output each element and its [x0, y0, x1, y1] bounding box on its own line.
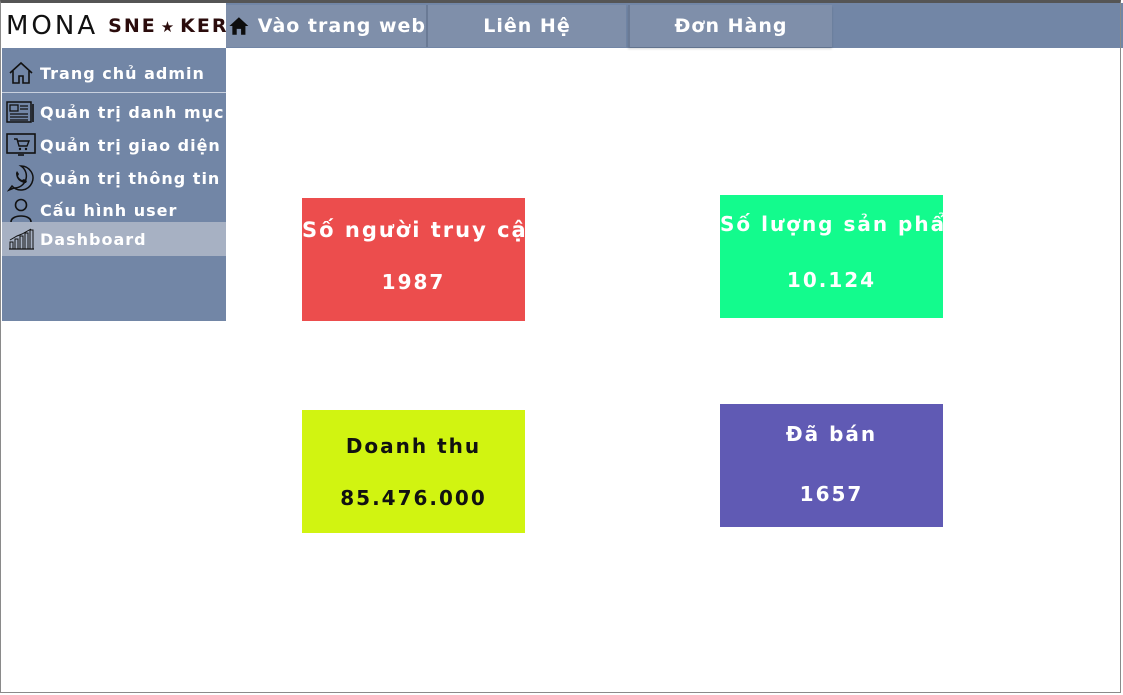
stat-card-value: 1987 [381, 270, 446, 294]
home-icon [229, 17, 249, 35]
logo-text-sneaker: SNE ★ KER [108, 14, 229, 37]
sidebar-item-label: Cấu hình user [40, 200, 178, 220]
tab-visit-website-label: Vào trang web [257, 15, 426, 37]
user-icon [6, 196, 36, 224]
bar-chart-icon [6, 225, 36, 253]
house-outline-icon [6, 59, 36, 87]
newspaper-icon [6, 98, 36, 126]
admin-sidebar: Trang chủ admin Quản trị danh mục Quản t… [2, 48, 226, 321]
tab-orders-label: Đơn Hàng [674, 15, 788, 37]
stat-card-visitors: Số người truy cập 1987 [302, 198, 545, 321]
tab-orders[interactable]: Đơn Hàng [628, 5, 832, 47]
sidebar-item-label: Quản trị thông tin [40, 168, 221, 188]
sidebar-item-label: Quản trị giao diện [40, 135, 221, 155]
stat-card-title: Số lượng sản phẩm [720, 212, 969, 236]
tab-contact[interactable]: Liên Hệ [426, 5, 626, 47]
tab-visit-website[interactable]: Vào trang web [226, 5, 426, 47]
stat-card-revenue: Doanh thu 85.476.000 [302, 410, 525, 533]
cart-monitor-icon [6, 131, 36, 159]
tab-contact-label: Liên Hệ [483, 15, 571, 37]
stat-card-title: Số người truy cập [302, 218, 545, 242]
brand-logo[interactable]: MONA SNE ★ KER [2, 3, 229, 48]
stat-card-title: Đã bán [785, 422, 878, 446]
sidebar-item-label: Dashboard [40, 229, 147, 249]
stat-card-title: Doanh thu [345, 434, 482, 458]
sidebar-item-dashboard[interactable]: Dashboard [2, 222, 226, 256]
stat-card-value: 1657 [799, 482, 864, 506]
sidebar-item-admin-home[interactable]: Trang chủ admin [2, 54, 226, 93]
logo-text-mona: MONA [6, 10, 99, 41]
sidebar-item-label: Quản trị danh mục [40, 102, 225, 122]
sidebar-item-interface[interactable]: Quản trị giao diện [2, 129, 226, 161]
sidebar-item-categories[interactable]: Quản trị danh mục [2, 96, 226, 128]
stat-card-sold: Đã bán 1657 [720, 404, 943, 527]
stat-card-value: 10.124 [786, 268, 877, 292]
sidebar-item-label: Trang chủ admin [40, 63, 205, 83]
star-icon: ★ [160, 17, 177, 36]
sidebar-item-information[interactable]: Quản trị thông tin [2, 162, 226, 194]
stat-card-products: Số lượng sản phẩm 10.124 [720, 195, 969, 318]
phone-chat-icon [6, 164, 36, 192]
stat-card-value: 85.476.000 [340, 486, 487, 510]
